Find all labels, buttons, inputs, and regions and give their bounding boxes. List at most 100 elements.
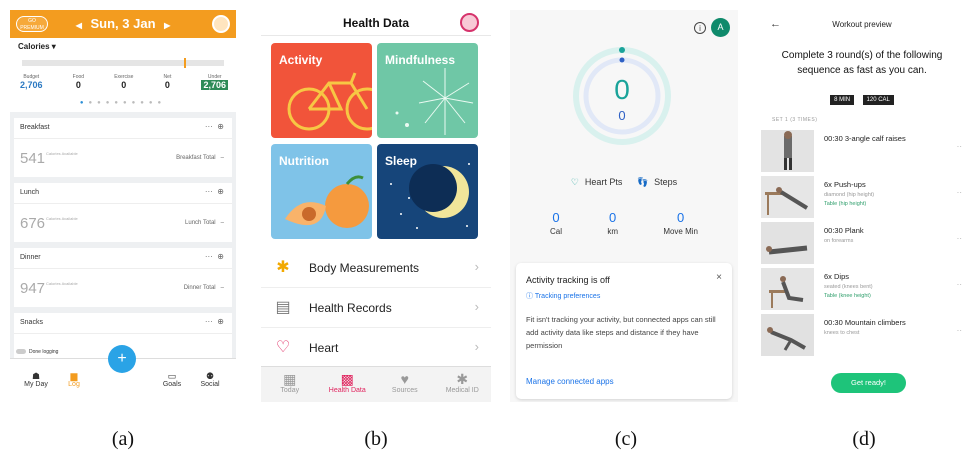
more-icon[interactable]: ··· bbox=[205, 122, 213, 131]
page-title: Health Data bbox=[342, 16, 410, 30]
meal-calories-unit: Calories Available bbox=[46, 281, 78, 286]
food-diary-screen: GO PREMIUM ◀ Sun, 3 Jan ▶ Calories ▾ Bud… bbox=[10, 10, 236, 402]
meal-calories-unit: Calories Available bbox=[46, 151, 78, 156]
close-icon[interactable]: × bbox=[716, 272, 722, 283]
more-icon[interactable]: ·· bbox=[957, 234, 962, 243]
more-icon[interactable]: ·· bbox=[957, 142, 962, 151]
fit-home-screen: i A 0 0 ♡ Heart Pts 👣 Steps 0 Cal 0 km 0 Move… bbox=[510, 10, 738, 402]
calories-dropdown[interactable]: Calories ▾ bbox=[18, 42, 56, 51]
avatar[interactable] bbox=[212, 15, 230, 33]
exercise-row[interactable]: 00:30 3-angle calf raises ·· bbox=[758, 128, 966, 174]
nav-goals[interactable]: ▭ Goals bbox=[152, 371, 192, 388]
exercise-row[interactable]: 6x Push-ups diamond (hip height) Table (… bbox=[758, 174, 966, 220]
exercise-name: 00:30 3-angle calf raises bbox=[824, 134, 906, 143]
meal-calories: 676 bbox=[20, 215, 46, 232]
meal-calories: 541 bbox=[20, 150, 46, 167]
meal-name: Dinner bbox=[20, 254, 41, 261]
grid-icon: ▩ bbox=[340, 371, 354, 387]
prev-day-icon[interactable]: ◀ bbox=[76, 21, 82, 30]
caption-b: (b) bbox=[364, 428, 388, 450]
tracking-preferences-link[interactable]: ⓘ Tracking preferences bbox=[526, 291, 600, 301]
nav-log[interactable]: ▆ Log bbox=[54, 371, 94, 388]
list-item-heart[interactable]: ♡ Heart › bbox=[261, 328, 491, 368]
tab-health-data[interactable]: ▩ Health Data bbox=[319, 367, 377, 402]
exercise-row[interactable]: 6x Dips seated (knees bent) Table (knee … bbox=[758, 266, 966, 312]
tab-bar: ▦ Today ▩ Health Data ♥ Sources ✱ Medical ID bbox=[261, 366, 491, 402]
exercise-row[interactable]: 00:30 Plank on forearms ·· bbox=[758, 220, 966, 266]
manage-connected-apps-link[interactable]: Manage connected apps bbox=[526, 377, 614, 386]
page-indicator[interactable]: ●●●●●●●●●● bbox=[10, 100, 236, 106]
tab-today[interactable]: ▦ Today bbox=[261, 367, 319, 402]
add-entry-button[interactable]: + bbox=[108, 345, 136, 373]
meal-name: Lunch bbox=[20, 189, 40, 196]
more-icon[interactable]: ·· bbox=[957, 188, 962, 197]
more-icon[interactable]: ·· bbox=[957, 280, 962, 289]
calories-badge: 120 CAL bbox=[862, 95, 894, 105]
nav-my-day[interactable]: ☗ My Day bbox=[16, 371, 56, 388]
done-logging-toggle[interactable]: Done logging bbox=[16, 349, 58, 355]
steps-value: 0 bbox=[618, 108, 626, 123]
activity-rings[interactable]: 0 0 bbox=[572, 46, 672, 146]
list-item-health-records[interactable]: ▤ Health Records › bbox=[261, 288, 491, 328]
avatar[interactable]: A bbox=[711, 18, 730, 37]
meal-name: Breakfast bbox=[20, 124, 50, 131]
add-icon[interactable]: ⊕ bbox=[217, 187, 224, 196]
caption-c: (c) bbox=[614, 428, 638, 450]
workout-preview-screen: ← Workout preview Complete 3 round(s) of… bbox=[758, 10, 966, 402]
more-icon[interactable]: ··· bbox=[205, 187, 213, 196]
meal-card-dinner[interactable]: Dinner ··· ⊕ 947 Calories Available Dinn… bbox=[14, 248, 232, 307]
health-header: Health Data bbox=[261, 10, 491, 36]
nav-social[interactable]: ⚉ Social bbox=[190, 371, 230, 388]
footsteps-icon: 👣 bbox=[636, 177, 649, 187]
exercise-variation: knees to chest bbox=[824, 330, 860, 336]
summary-budget: Budget 2,706 bbox=[20, 74, 43, 90]
meal-card-breakfast[interactable]: Breakfast ··· ⊕ 541 Calories Available B… bbox=[14, 118, 232, 177]
medical-id-icon: ✱ bbox=[456, 371, 469, 387]
chevron-right-icon: › bbox=[474, 259, 479, 274]
meal-card-lunch[interactable]: Lunch ··· ⊕ 676 Calories Available Lunch… bbox=[14, 183, 232, 242]
diary-header: GO PREMIUM ◀ Sun, 3 Jan ▶ bbox=[10, 10, 236, 38]
list-item-label: Body Measurements bbox=[309, 261, 420, 275]
summary-food: Food 0 bbox=[72, 74, 85, 90]
list-item-body-measurements[interactable]: ✱ Body Measurements › bbox=[261, 248, 491, 288]
avatar[interactable] bbox=[460, 13, 479, 32]
set-label: SET 1 (3 TIMES) bbox=[772, 117, 818, 123]
info-icon[interactable]: i bbox=[694, 22, 706, 34]
meal-total: Lunch Total – bbox=[185, 220, 224, 226]
more-icon[interactable]: ·· bbox=[957, 326, 962, 335]
add-icon[interactable]: ⊕ bbox=[217, 122, 224, 131]
meal-calories-unit: Calories Available bbox=[46, 216, 78, 221]
moon-icon bbox=[390, 163, 470, 229]
exercise-variation: on forearms bbox=[824, 238, 854, 244]
bottom-nav: Done logging + ☗ My Day ▆ Log ▭ Goals ⚉ Soci… bbox=[10, 345, 236, 402]
tile-nutrition[interactable]: Nutrition bbox=[271, 144, 372, 239]
card-title: Activity tracking is off bbox=[526, 275, 610, 285]
tab-sources[interactable]: ♥ Sources bbox=[376, 367, 434, 402]
more-icon[interactable]: ··· bbox=[205, 252, 213, 261]
tile-activity[interactable]: Activity bbox=[271, 43, 372, 138]
more-icon[interactable]: ··· bbox=[205, 317, 213, 326]
exercise-name: 00:30 Mountain climbers bbox=[824, 318, 906, 327]
add-icon[interactable]: ⊕ bbox=[217, 252, 224, 261]
get-ready-button[interactable]: Get ready! bbox=[831, 373, 906, 393]
date-selector[interactable]: ◀ Sun, 3 Jan ▶ bbox=[10, 16, 236, 31]
summary-under: Under 2,706 bbox=[201, 74, 228, 90]
heart-outline-icon: ♡ bbox=[570, 177, 579, 187]
calorie-summary: Calories ▾ Budget 2,706 Food 0 Exercise 0 N… bbox=[10, 38, 236, 112]
ring-legend: ♡ Heart Pts 👣 Steps bbox=[570, 177, 678, 187]
exercise-variation: diamond (hip height) bbox=[824, 192, 875, 198]
meal-total: Breakfast Total – bbox=[176, 155, 224, 161]
exercise-thumbnail bbox=[761, 222, 814, 264]
add-icon[interactable]: ⊕ bbox=[217, 317, 224, 326]
tile-mindfulness[interactable]: Mindfulness bbox=[377, 43, 478, 138]
stat-cal: 0 Cal bbox=[550, 210, 563, 236]
exercise-variation: seated (knees bent) bbox=[824, 284, 873, 290]
social-icon: ⚉ bbox=[205, 371, 215, 381]
exercise-thumbnail bbox=[761, 130, 814, 172]
summary-net: Net 0 bbox=[163, 74, 172, 90]
exercise-row[interactable]: 00:30 Mountain climbers knees to chest ·… bbox=[758, 312, 966, 358]
exercise-name: 6x Dips bbox=[824, 272, 850, 281]
next-day-icon[interactable]: ▶ bbox=[164, 21, 170, 30]
tile-sleep[interactable]: Sleep bbox=[377, 144, 478, 239]
tab-medical-id[interactable]: ✱ Medical ID bbox=[434, 367, 492, 402]
